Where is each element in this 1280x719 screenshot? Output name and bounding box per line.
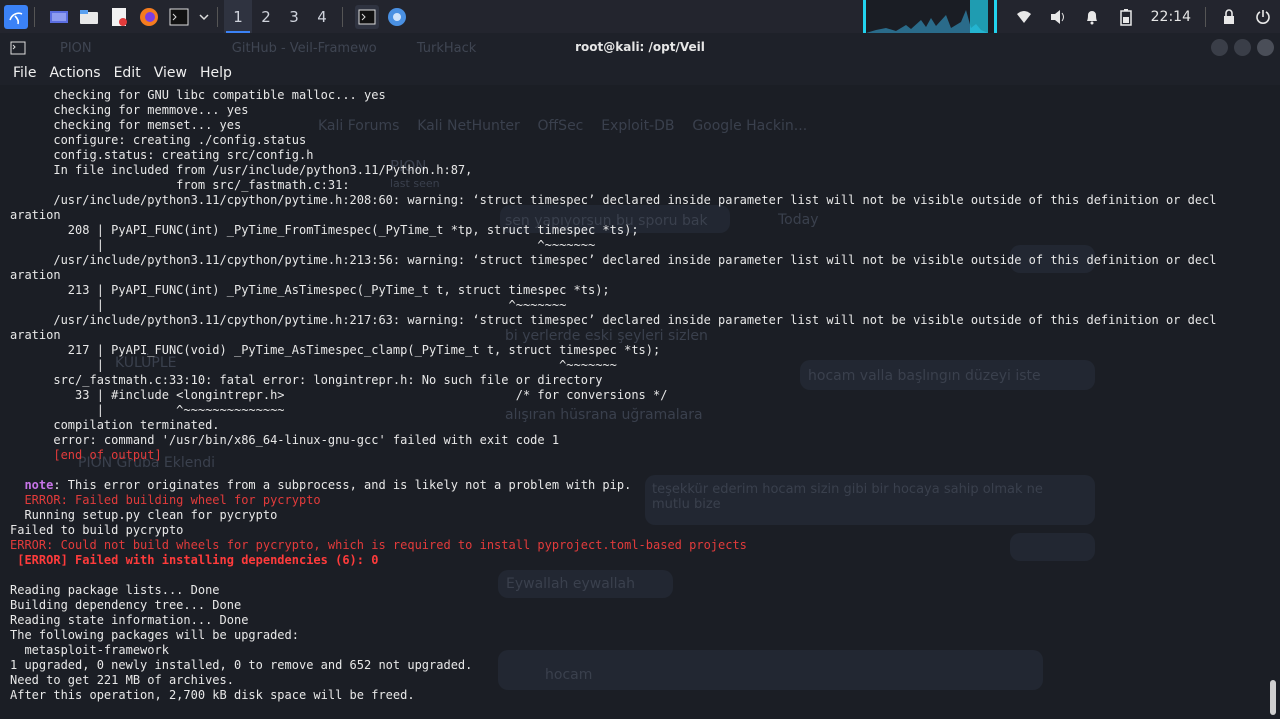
chromium-icon[interactable] <box>385 5 409 29</box>
terminal-lines: checking for GNU libc compatible malloc.… <box>10 88 1280 703</box>
terminal-line: src/_fastmath.c:33:10: fatal error: long… <box>10 373 603 387</box>
cpu-monitor-graph <box>862 0 997 33</box>
volume-icon[interactable] <box>1047 6 1069 28</box>
terminal-line: | ^~~~~~~~ <box>10 358 617 372</box>
taskbar-separator <box>342 6 343 27</box>
chevron-down-icon[interactable] <box>197 5 211 29</box>
power-icon[interactable] <box>1252 6 1274 28</box>
terminal-line: aration <box>10 268 61 282</box>
taskbar-separator <box>34 6 35 27</box>
notification-icon[interactable] <box>1081 6 1103 28</box>
menu-edit[interactable]: Edit <box>114 65 141 81</box>
workspace-2[interactable]: 2 <box>252 0 280 33</box>
minimize-button[interactable] <box>1211 39 1228 56</box>
menu-actions[interactable]: Actions <box>49 65 100 81</box>
terminal-line: checking for GNU libc compatible malloc.… <box>10 88 386 102</box>
menubar: File Actions Edit View Help <box>0 61 1280 85</box>
maximize-button[interactable] <box>1234 39 1251 56</box>
tray-separator <box>1205 6 1206 27</box>
terminal-line: /usr/include/python3.11/cpython/pytime.h… <box>10 253 1217 267</box>
terminal-line: Reading package lists... Done <box>10 583 220 597</box>
terminal-line: aration <box>10 328 61 342</box>
terminal-line: 217 | PyAPI_FUNC(void) _PyTime_AsTimespe… <box>10 343 661 357</box>
wifi-icon[interactable] <box>1013 6 1035 28</box>
terminal-line: configure: creating ./config.status <box>10 133 307 147</box>
terminal-line: metasploit-framework <box>10 643 169 657</box>
battery-icon[interactable] <box>1115 6 1137 28</box>
firefox-icon[interactable] <box>137 5 161 29</box>
terminal-line: 33 | #include <longintrepr.h> /* for con… <box>10 388 668 402</box>
terminal-line: Building dependency tree... Done <box>10 598 242 612</box>
terminal-output-area[interactable]: Kali Forums Kali NetHunter OffSec Exploi… <box>0 85 1280 719</box>
note-label: note <box>24 478 54 492</box>
terminal-line: /usr/include/python3.11/cpython/pytime.h… <box>10 193 1217 207</box>
terminal-line: Running setup.py clean for pycrypto <box>10 508 278 522</box>
menu-help[interactable]: Help <box>200 65 232 81</box>
terminal-line: The following packages will be upgraded: <box>10 628 299 642</box>
terminal-line: [end of output] <box>10 448 162 462</box>
terminal-line-indent <box>10 478 24 492</box>
terminal-line: ERROR: Failed building wheel for pycrypt… <box>10 493 321 507</box>
terminal-line: [ERROR] Failed with installing dependenc… <box>10 553 379 567</box>
desktop-icon[interactable] <box>47 5 71 29</box>
terminal-line: ERROR: Could not build wheels for pycryp… <box>10 538 747 552</box>
terminal-line: Reading state information... Done <box>10 613 249 627</box>
menu-view[interactable]: View <box>154 65 187 81</box>
terminal-line: Need to get 221 MB of archives. <box>10 673 234 687</box>
file-manager-icon[interactable] <box>77 5 101 29</box>
taskbar-separator <box>217 6 218 27</box>
terminal-line: After this operation, 2,700 kB disk spac… <box>10 688 415 702</box>
system-tray: 22:14 <box>862 0 1280 33</box>
terminal-line: checking for memset... yes <box>10 118 242 132</box>
terminal-task-icon[interactable] <box>355 4 379 29</box>
lock-icon[interactable] <box>1218 6 1240 28</box>
terminal-line: In file included from /usr/include/pytho… <box>10 163 473 177</box>
window-titlebar[interactable]: PION GitHub - Veil-Framewo TurkHack root… <box>0 33 1280 61</box>
terminal-line: config.status: creating src/config.h <box>10 148 314 162</box>
workspace-1[interactable]: 1 <box>224 0 252 33</box>
kali-menu-icon[interactable] <box>4 4 28 29</box>
clock[interactable]: 22:14 <box>1151 9 1191 25</box>
terminal-line: checking for memmove... yes <box>10 103 249 117</box>
terminal-scrollbar[interactable] <box>1270 680 1276 715</box>
workspace-4[interactable]: 4 <box>308 0 336 33</box>
terminal-line: 1 upgraded, 0 newly installed, 0 to remo… <box>10 658 473 672</box>
terminal-line: Failed to build pycrypto <box>10 523 184 537</box>
window-title: root@kali: /opt/Veil <box>575 40 705 54</box>
note-text: : This error originates from a subproces… <box>53 478 632 492</box>
terminal-line: compilation terminated. <box>10 418 220 432</box>
terminal-line: /usr/include/python3.11/cpython/pytime.h… <box>10 313 1217 327</box>
workspace-3[interactable]: 3 <box>280 0 308 33</box>
terminal-line: from src/_fastmath.c:31: <box>10 178 350 192</box>
terminal-line: | ^~~~~~~~ <box>10 238 596 252</box>
taskbar: 1 2 3 4 22:14 <box>0 0 1280 33</box>
terminal-icon[interactable] <box>167 5 191 29</box>
text-editor-icon[interactable] <box>107 5 131 29</box>
terminal-line: aration <box>10 208 61 222</box>
menu-file[interactable]: File <box>13 65 36 81</box>
terminal-line: 213 | PyAPI_FUNC(int) _PyTime_AsTimespec… <box>10 283 610 297</box>
terminal-line: | ^~~~~~~~ <box>10 298 567 312</box>
terminal-line: 208 | PyAPI_FUNC(int) _PyTime_FromTimesp… <box>10 223 639 237</box>
close-button[interactable] <box>1257 39 1274 56</box>
terminal-line: error: command '/usr/bin/x86_64-linux-gn… <box>10 433 560 447</box>
terminal-line: | ^~~~~~~~~~~~~~~ <box>10 403 285 417</box>
terminal-line: note: This error originates from a subpr… <box>10 478 1280 493</box>
